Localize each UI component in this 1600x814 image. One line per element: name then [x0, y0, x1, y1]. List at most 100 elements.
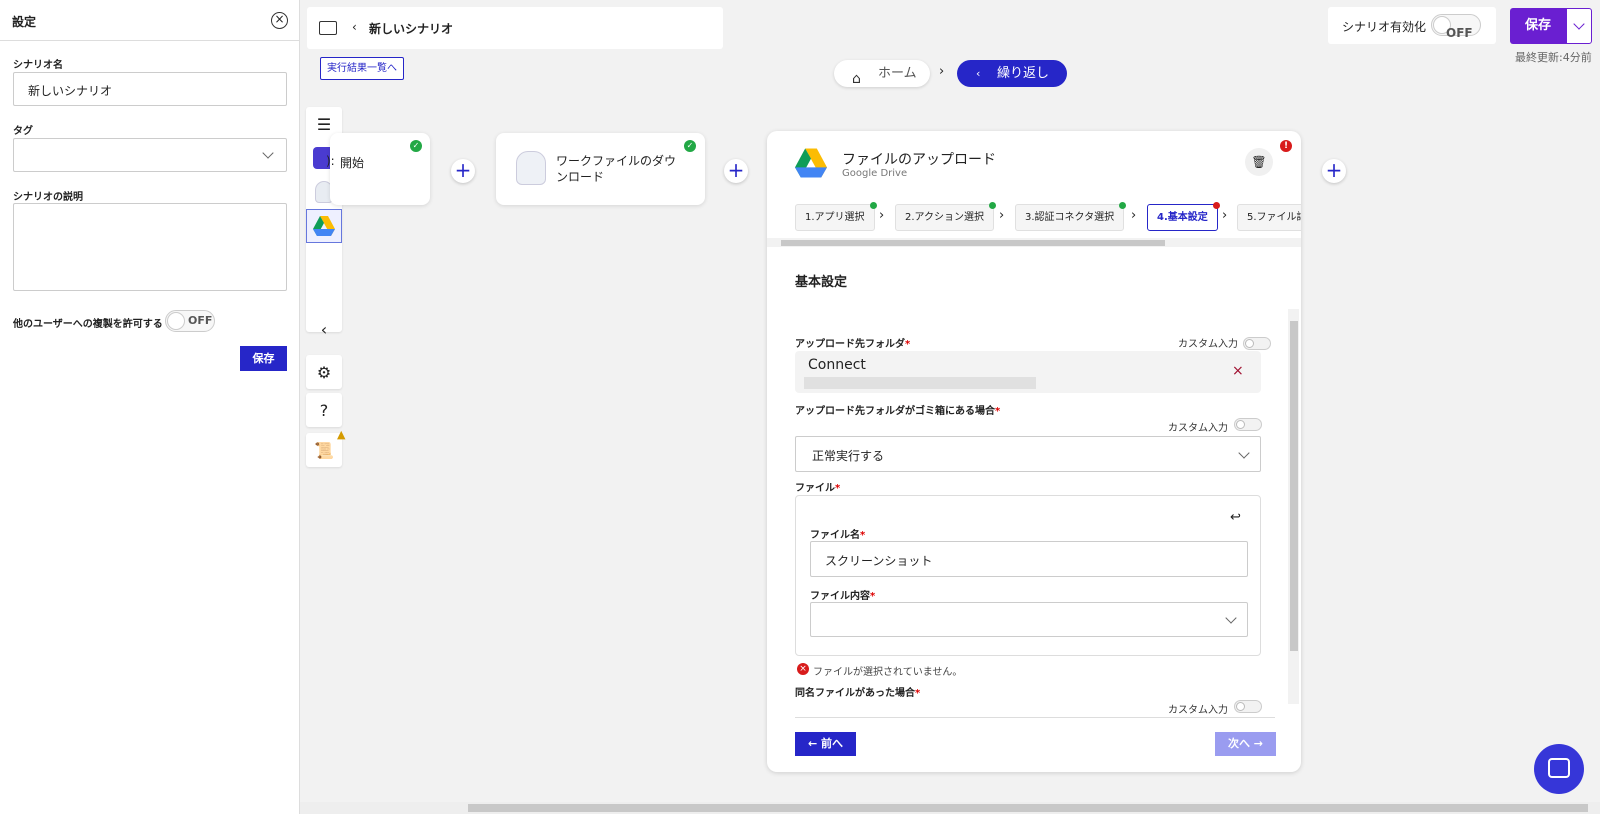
canvas-scrollbar[interactable] [300, 802, 1600, 814]
prev-button[interactable]: ← 前へ [795, 732, 856, 756]
back-chevron-icon[interactable]: ‹ [352, 20, 357, 34]
step-label: 5.ファイル詳 [1247, 212, 1301, 223]
scenario-header: ‹ 新しいシナリオ [307, 7, 723, 49]
card-title: ファイルのアップロード [842, 152, 996, 168]
form-scrollbar[interactable] [1288, 309, 1299, 704]
breadcrumb-loop-label: 繰り返し [997, 66, 1050, 81]
section-title: 基本設定 [795, 275, 848, 290]
download-node[interactable]: ワークファイルのダウンロード ✓ [496, 133, 705, 205]
step-file-details[interactable]: 5.ファイル詳 [1237, 204, 1301, 231]
custom-input-toggle[interactable] [1234, 700, 1262, 713]
settings-save-button[interactable]: 保存 [240, 346, 287, 371]
required-mark: * [995, 406, 1001, 417]
add-step-button[interactable]: + [1322, 159, 1346, 183]
step-label: 2.アクション選択 [905, 212, 985, 223]
field-label-text: アップロード先フォルダがゴミ箱にある場合 [795, 406, 995, 417]
step-separator: › [1222, 208, 1228, 223]
step-app-select[interactable]: 1.アプリ選択 [795, 202, 877, 231]
scenario-name-input[interactable]: 新しいシナリオ [13, 72, 287, 106]
settings-panel: 設定 × シナリオ名 新しいシナリオ タグ シナリオの説明 他のユーザーへの複製… [0, 0, 300, 814]
toggle-knob [1245, 339, 1254, 348]
node-icon-google-drive[interactable] [306, 209, 342, 243]
chat-icon [1548, 758, 1570, 778]
start-node-label: 開始 [340, 156, 365, 170]
breadcrumb-loop[interactable]: ‹ 繰り返し [957, 60, 1067, 87]
card-subtitle: Google Drive [842, 168, 908, 179]
custom-input-toggle[interactable] [1243, 337, 1271, 350]
google-drive-icon [313, 216, 335, 236]
chevron-down-icon [1238, 447, 1250, 459]
next-button[interactable]: 次へ → [1215, 732, 1276, 756]
check-icon: ✓ [410, 140, 422, 152]
folder-icon[interactable] [319, 21, 337, 35]
file-error-message: ファイルが選択されていません。 [813, 667, 963, 678]
description-textarea[interactable] [13, 203, 287, 291]
back-chevron-icon: ‹ [976, 67, 981, 80]
required-mark: * [835, 483, 841, 494]
return-icon[interactable]: ↩ [1230, 510, 1241, 525]
add-step-button[interactable]: + [451, 159, 475, 183]
trash-select[interactable]: 正常実行する [795, 436, 1261, 472]
robot-icon [516, 151, 546, 185]
step-connector-select[interactable]: 3.認証コネクタ選択 [1015, 202, 1127, 231]
trash-select-value: 正常実行する [812, 449, 885, 463]
close-icon[interactable]: × [271, 12, 288, 29]
file-name-label: ファイル名* [810, 526, 865, 541]
chevron-down-icon [1225, 612, 1237, 624]
step-label: 4.基本設定 [1157, 212, 1208, 223]
scrollbar-thumb[interactable] [1290, 321, 1298, 651]
check-icon: ✓ [684, 140, 696, 152]
file-name-input[interactable]: スクリーンショット [810, 541, 1248, 577]
custom-input-toggle[interactable] [1234, 418, 1262, 431]
breadcrumb-home[interactable]: ⌂ ホーム [834, 60, 930, 87]
file-content-label: ファイル内容* [810, 587, 875, 602]
step-separator: › [1131, 208, 1137, 223]
scrollbar-thumb[interactable] [468, 804, 1588, 812]
field-label-text: ファイル名 [810, 530, 860, 541]
custom-input-label: カスタム入力 [1168, 705, 1228, 716]
toggle-knob [1236, 420, 1245, 429]
error-icon: ! [1280, 140, 1292, 152]
upload-node-card: ファイルのアップロード Google Drive 🗑 ! 1.アプリ選択 › 2… [767, 131, 1301, 772]
start-node[interactable]: ): 開始 ✓ [326, 133, 430, 205]
results-list-link[interactable]: 実行結果一覧へ [320, 57, 404, 80]
save-dropdown-button[interactable] [1566, 8, 1592, 44]
steps-scrollbar[interactable] [767, 238, 1301, 247]
settings-rail-button[interactable]: ⚙ [306, 355, 342, 389]
check-icon [1119, 202, 1127, 209]
close-icon[interactable]: × [1232, 363, 1244, 379]
help-icon: ? [319, 400, 329, 420]
scenario-enable-box: シナリオ有効化 OFF [1328, 7, 1496, 44]
save-button[interactable]: 保存 [1510, 8, 1566, 44]
help-rail-button[interactable]: ? [306, 393, 342, 427]
check-icon [869, 202, 877, 209]
home-icon: ⌂ [852, 71, 861, 87]
start-node-prefix: ): [326, 154, 335, 168]
scenario-name-label: シナリオ名 [13, 60, 63, 71]
scenario-title: 新しいシナリオ [369, 22, 454, 36]
step-label: 3.認証コネクタ選択 [1025, 212, 1115, 223]
toggle-knob [1236, 702, 1245, 711]
allow-copy-toggle[interactable]: OFF [165, 310, 215, 332]
add-step-button[interactable]: + [724, 159, 748, 183]
step-action-select[interactable]: 2.アクション選択 [895, 202, 997, 231]
step-basic-settings[interactable]: 4.基本設定 [1147, 202, 1220, 231]
scenario-enable-toggle[interactable]: OFF [1431, 14, 1481, 40]
trash-icon[interactable]: 🗑 [1245, 148, 1273, 176]
trash-label: アップロード先フォルダがゴミ箱にある場合* [795, 402, 1000, 417]
file-content-select[interactable] [810, 602, 1248, 637]
field-label-text: ファイル内容 [810, 591, 870, 602]
step-label: 1.アプリ選択 [805, 212, 865, 223]
upload-folder-chip[interactable]: Connect × [795, 351, 1261, 393]
tag-select[interactable] [13, 138, 287, 172]
toggle-state: OFF [188, 314, 213, 327]
collapse-chevron-icon[interactable]: ‹ [306, 312, 342, 346]
chat-launcher-button[interactable] [1534, 744, 1584, 794]
custom-input-label: カスタム入力 [1178, 339, 1238, 350]
settings-title: 設定 [0, 0, 299, 41]
scrollbar-thumb[interactable] [781, 240, 1165, 246]
check-icon [989, 202, 997, 209]
error-icon [1212, 202, 1220, 209]
field-label-text: ファイル [795, 483, 835, 494]
chevron-down-icon [1573, 18, 1585, 30]
